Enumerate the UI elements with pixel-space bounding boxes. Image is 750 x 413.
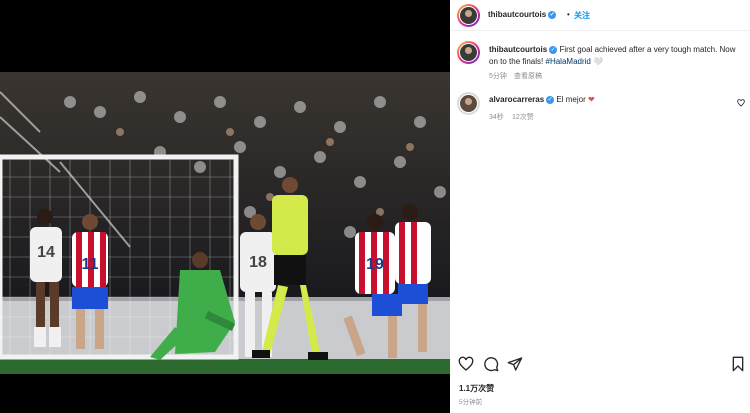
- follow-button[interactable]: 关注: [574, 10, 590, 21]
- comment-username[interactable]: alvarocarreras: [489, 95, 544, 104]
- comment-likes[interactable]: 12次赞: [512, 112, 534, 122]
- post-header: thibautcourtois ✓ • 关注: [450, 0, 750, 31]
- verified-icon: ✓: [548, 10, 557, 19]
- comment-like-icon[interactable]: [737, 99, 745, 107]
- jersey-number: 11: [82, 256, 99, 273]
- separator-dot: •: [567, 10, 570, 19]
- media-area: 14 11 18 19: [0, 0, 450, 413]
- verified-icon: ✓: [549, 45, 558, 54]
- comment-item: alvarocarreras ✓ El mejor ❤: [489, 95, 595, 104]
- comment-text: El mejor: [556, 95, 586, 104]
- jersey-number: 18: [249, 254, 267, 271]
- see-original-link[interactable]: 查看原稿: [514, 71, 542, 81]
- red-heart-icon: ❤: [587, 95, 595, 104]
- comment-icon[interactable]: [483, 356, 499, 372]
- likes-count[interactable]: 1.1万次赞: [459, 383, 494, 394]
- post-photo[interactable]: 14 11 18 19: [0, 72, 450, 374]
- jersey-number: 19: [366, 256, 384, 273]
- comment-time: 34秒: [489, 114, 504, 121]
- share-icon[interactable]: [507, 356, 523, 372]
- caption-time: 5分钟: [489, 73, 507, 80]
- hashtag-link[interactable]: #HalaMadrid: [546, 57, 591, 66]
- caption-avatar[interactable]: [457, 41, 480, 64]
- post-side-panel: thibautcourtois ✓ • 关注 thibautcourtois ✓ F…: [450, 0, 750, 413]
- username-text[interactable]: thibautcourtois: [488, 10, 546, 19]
- avatar[interactable]: [457, 4, 480, 27]
- caption-username[interactable]: thibautcourtois: [489, 45, 547, 54]
- like-icon[interactable]: [458, 356, 474, 372]
- match-photo: 14 11 18 19: [0, 72, 450, 374]
- post-time: 5分钟前: [459, 399, 483, 406]
- post-modal: 14 11 18 19 thibautcourtois ✓ • 关注 thiba…: [0, 0, 750, 413]
- bookmark-icon[interactable]: [730, 356, 746, 372]
- white-heart-icon: 🤍: [593, 57, 604, 66]
- post-caption: thibautcourtois ✓ First goal achieved aft…: [489, 44, 741, 68]
- jersey-number: 14: [37, 244, 55, 261]
- header-username[interactable]: thibautcourtois ✓: [488, 10, 557, 19]
- comment-avatar[interactable]: [457, 92, 480, 115]
- verified-icon: ✓: [546, 95, 555, 104]
- action-bar: [450, 356, 750, 376]
